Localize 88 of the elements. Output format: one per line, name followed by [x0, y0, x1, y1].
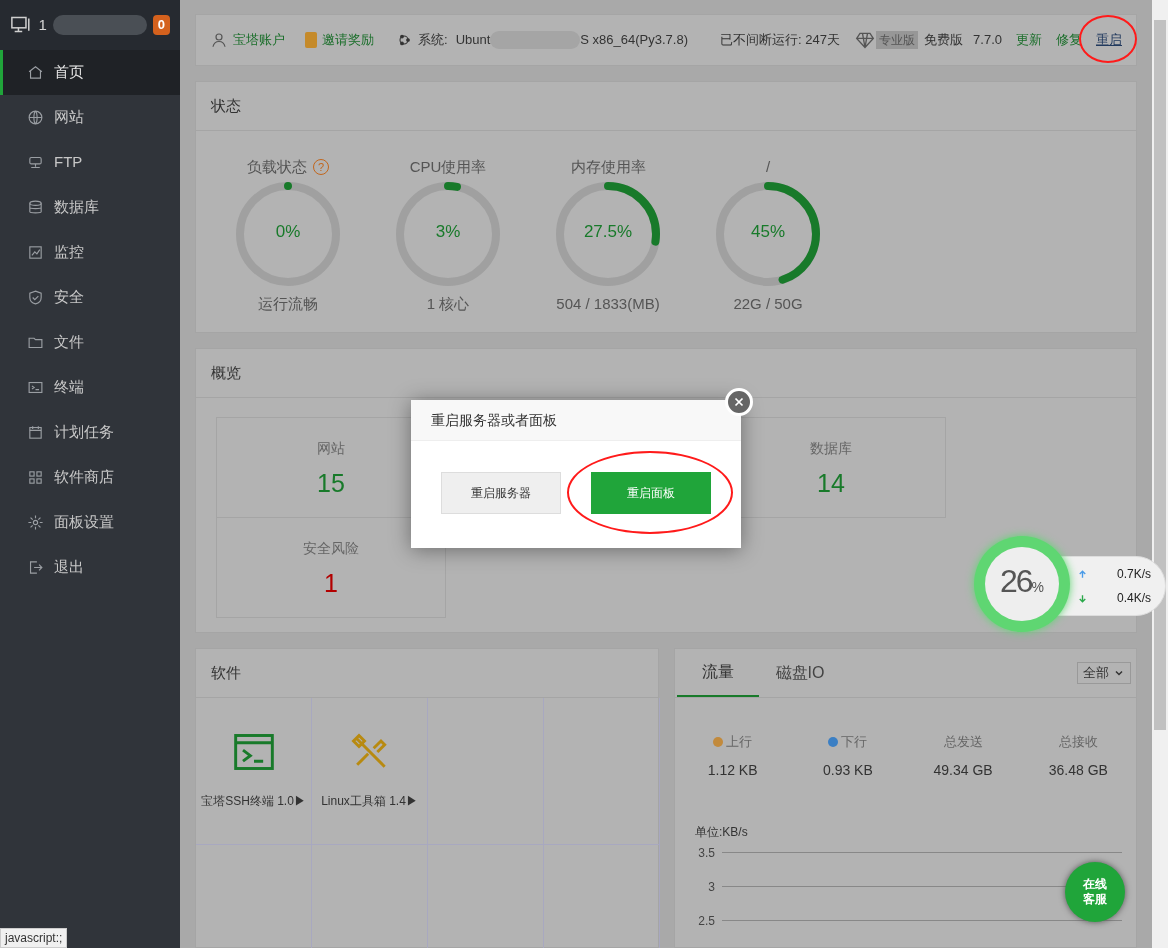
- axis-tick: 3.5: [697, 844, 715, 862]
- globe-icon: [27, 109, 44, 126]
- gauge-value: 45%: [750, 221, 786, 244]
- software-label: 宝塔SSH终端 1.0▶: [201, 793, 306, 810]
- unit-label: 单位:KB/s: [695, 823, 748, 841]
- stat-value: 36.48 GB: [1048, 760, 1108, 780]
- stat-label: 总接收: [1058, 733, 1098, 751]
- stat-value: 15: [317, 467, 345, 499]
- close-icon: [732, 395, 746, 409]
- shield-icon: [27, 289, 44, 306]
- gauge-label: 负载状态: [247, 156, 307, 177]
- uptime-text: 已不间断运行: 247天: [720, 31, 840, 50]
- notification-badge: 0: [152, 15, 170, 35]
- tab[interactable]: 流量: [677, 649, 759, 697]
- system-label: 系统:: [418, 31, 448, 50]
- scrollbar-thumb[interactable]: [1154, 20, 1166, 730]
- panel-title: 概览: [211, 362, 241, 383]
- user-icon: [210, 31, 228, 50]
- gauge-detail: 运行流畅: [258, 294, 318, 315]
- gauge-detail: 1 核心: [426, 294, 470, 315]
- status-tooltip: javascript:;: [0, 928, 68, 948]
- restart-server-button[interactable]: 重启服务器: [441, 472, 561, 514]
- usage-value: 26: [999, 565, 1032, 597]
- system-text: Ubunt: [455, 31, 491, 50]
- database-icon: [27, 199, 44, 216]
- monitor-icon: [27, 154, 44, 171]
- restart-link[interactable]: 重启: [1096, 32, 1122, 48]
- grid-icon: [27, 469, 44, 486]
- gauge-value: 27.5%: [582, 221, 634, 244]
- stat-label: 下行: [841, 733, 868, 751]
- stat-value: 49.34 GB: [933, 760, 993, 780]
- scope-select[interactable]: 全部: [1077, 662, 1131, 684]
- stat-label: 网站: [317, 438, 345, 458]
- sidebar-item[interactable]: 面板设置: [0, 500, 180, 545]
- gauge-label: /: [765, 156, 771, 177]
- sidebar-item[interactable]: 文件: [0, 320, 180, 365]
- gauge-value: 3%: [434, 221, 462, 244]
- speed-value: 0.7K/s: [1116, 566, 1151, 583]
- stat-label: 上行: [726, 733, 753, 751]
- edition-text: 免费版: [924, 31, 964, 50]
- sidebar-item[interactable]: 安全: [0, 275, 180, 320]
- gauge-detail: 504 / 1833(MB): [556, 294, 660, 315]
- software-tile[interactable]: Linux工具箱 1.4▶: [312, 698, 428, 845]
- stat-value: 1.12 KB: [707, 760, 758, 780]
- usage-unit: %: [1031, 579, 1044, 597]
- tab[interactable]: 磁盘IO: [759, 649, 841, 697]
- gauge-detail: 22G / 50G: [733, 294, 803, 315]
- host-name: 1: [38, 14, 47, 35]
- stat-card[interactable]: 安全风险 1: [216, 516, 446, 618]
- sidebar-item[interactable]: 退出: [0, 545, 180, 590]
- panel-title: 软件: [211, 662, 241, 683]
- arrow-down-icon: [1077, 592, 1088, 604]
- system-text: S x86_64(Py3.7.8): [580, 31, 688, 50]
- stat-value: 0.93 KB: [822, 760, 873, 780]
- restart-panel-button[interactable]: 重启面板: [591, 472, 711, 514]
- pro-badge: 专业版: [876, 31, 919, 50]
- software-tile[interactable]: 宝塔SSH终端 1.0▶: [196, 698, 312, 845]
- sidebar-item[interactable]: 网站: [0, 95, 180, 140]
- gauge-label: CPU使用率: [409, 156, 487, 177]
- calendar-icon: [27, 424, 44, 441]
- speed-value: 0.4K/s: [1116, 590, 1151, 607]
- sidebar-item[interactable]: 终端: [0, 365, 180, 410]
- axis-tick: 2.5: [697, 912, 715, 930]
- stat-value: 1: [324, 567, 338, 599]
- gauge-value: 0%: [274, 221, 302, 244]
- sidebar-item[interactable]: 首页: [0, 50, 180, 95]
- version-text: 7.7.0: [973, 31, 1002, 50]
- sidebar-item[interactable]: 软件商店: [0, 455, 180, 500]
- sidebar-item[interactable]: 监控: [0, 230, 180, 275]
- gauge-label: 内存使用率: [570, 156, 646, 177]
- diamond-icon: [854, 30, 877, 51]
- home-icon: [27, 64, 44, 81]
- sidebar-item[interactable]: 数据库: [0, 185, 180, 230]
- stat-label: 安全风险: [303, 538, 359, 558]
- arrow-up-icon: [1077, 568, 1088, 580]
- software-label: Linux工具箱 1.4▶: [321, 793, 418, 810]
- sidebar-item[interactable]: FTP: [0, 140, 180, 185]
- stat-value: 14: [817, 467, 845, 499]
- axis-tick: 3: [707, 878, 715, 896]
- terminal-icon: [27, 379, 44, 396]
- panel-title: 状态: [211, 95, 241, 116]
- sidebar-item[interactable]: 计划任务: [0, 410, 180, 455]
- settings-icon: [27, 514, 44, 531]
- stat-label: 总发送: [943, 733, 983, 751]
- logout-icon: [27, 559, 44, 576]
- chart-icon: [27, 244, 44, 261]
- select-value: 全部: [1083, 664, 1109, 683]
- stat-label: 数据库: [810, 438, 852, 458]
